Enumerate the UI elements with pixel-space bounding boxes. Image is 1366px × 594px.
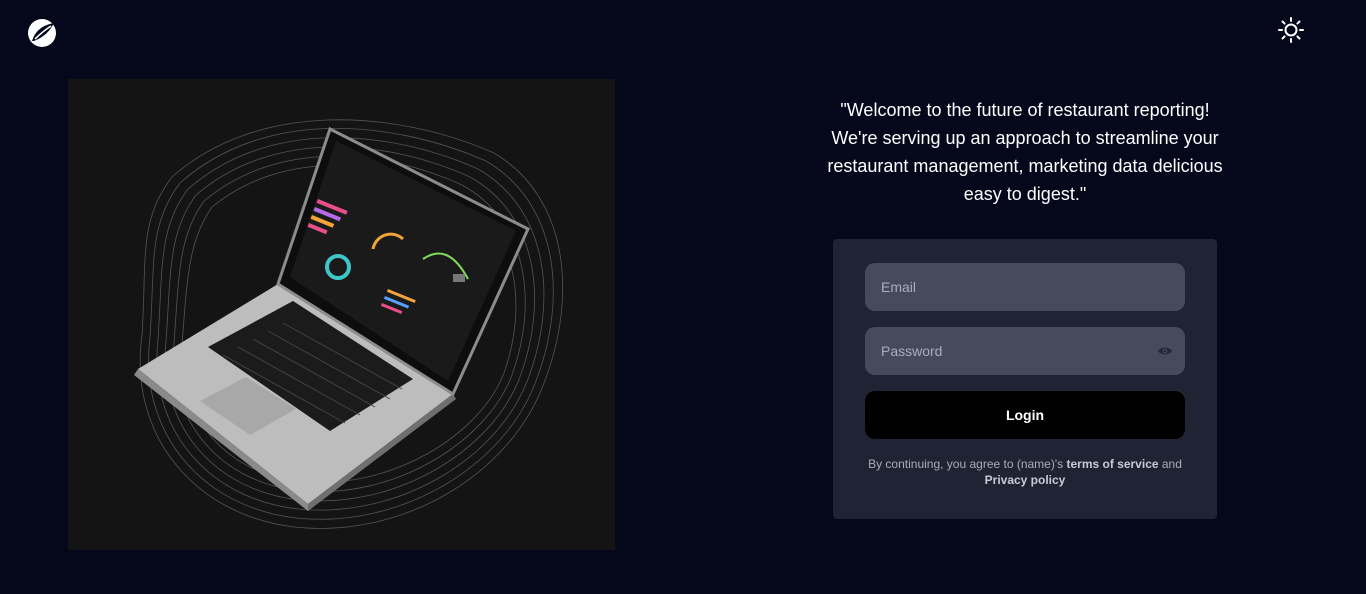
email-input[interactable] [865,263,1185,311]
email-field[interactable] [865,263,1185,311]
terms-and: and [1158,457,1182,471]
theme-toggle-button[interactable] [1276,15,1306,45]
sun-icon [1278,17,1304,43]
terms-of-service-link[interactable]: terms of service [1066,457,1158,471]
eye-icon [1158,347,1172,355]
login-button[interactable]: Login [865,391,1185,439]
hero-image [68,79,615,550]
login-card: Login By continuing, you agree to (name)… [833,239,1217,519]
welcome-quote: "Welcome to the future of restaurant rep… [827,100,1223,204]
privacy-policy-link[interactable]: Privacy policy [985,473,1066,487]
show-password-button[interactable] [1157,344,1173,358]
terms-prefix: By continuing, you agree to (name)'s [868,457,1067,471]
password-input[interactable] [865,327,1185,375]
laptop-dashboard-illustration [134,119,564,529]
password-field[interactable] [865,327,1185,375]
terms-notice: By continuing, you agree to (name)'s ter… [853,456,1197,488]
app-logo[interactable] [26,17,58,49]
leaf-logo-icon [28,19,56,47]
